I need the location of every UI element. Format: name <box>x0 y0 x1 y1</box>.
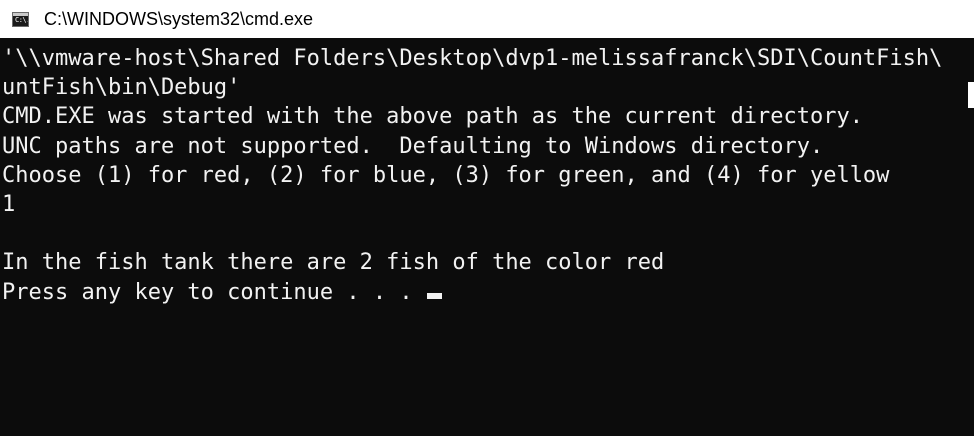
title-bar[interactable]: C:\. C:\WINDOWS\system32\cmd.exe <box>0 0 974 38</box>
clipped-character <box>968 82 974 108</box>
cmd-icon-glyph: C:\. <box>15 16 29 24</box>
console-line-prompt: Press any key to continue . . . <box>2 278 942 307</box>
cmd-icon[interactable]: C:\. <box>12 12 29 27</box>
console-line: '\\vmware-host\Shared Folders\Desktop\dv… <box>2 46 943 71</box>
prompt-text: Press any key to continue . . . <box>2 279 426 305</box>
console-line: CMD.EXE was started with the above path … <box>2 104 863 130</box>
console-line: In the fish tank there are 2 fish of the… <box>2 250 665 276</box>
window-title: C:\WINDOWS\system32\cmd.exe <box>44 9 314 29</box>
console-line: 1 <box>2 191 16 217</box>
text-cursor <box>426 292 442 299</box>
cmd-window: C:\. C:\WINDOWS\system32\cmd.exe '\\vmwa… <box>0 0 974 436</box>
console-line: UNC paths are not supported. Defaulting … <box>2 133 824 159</box>
console-line: untFish\bin\Debug' <box>2 75 241 101</box>
console-output[interactable]: '\\vmware-host\Shared Folders\Desktop\dv… <box>0 38 974 436</box>
console-lines: '\\vmware-host\Shared Folders\Desktop\dv… <box>2 44 942 307</box>
console-line: Choose (1) for red, (2) for blue, (3) fo… <box>2 162 890 188</box>
